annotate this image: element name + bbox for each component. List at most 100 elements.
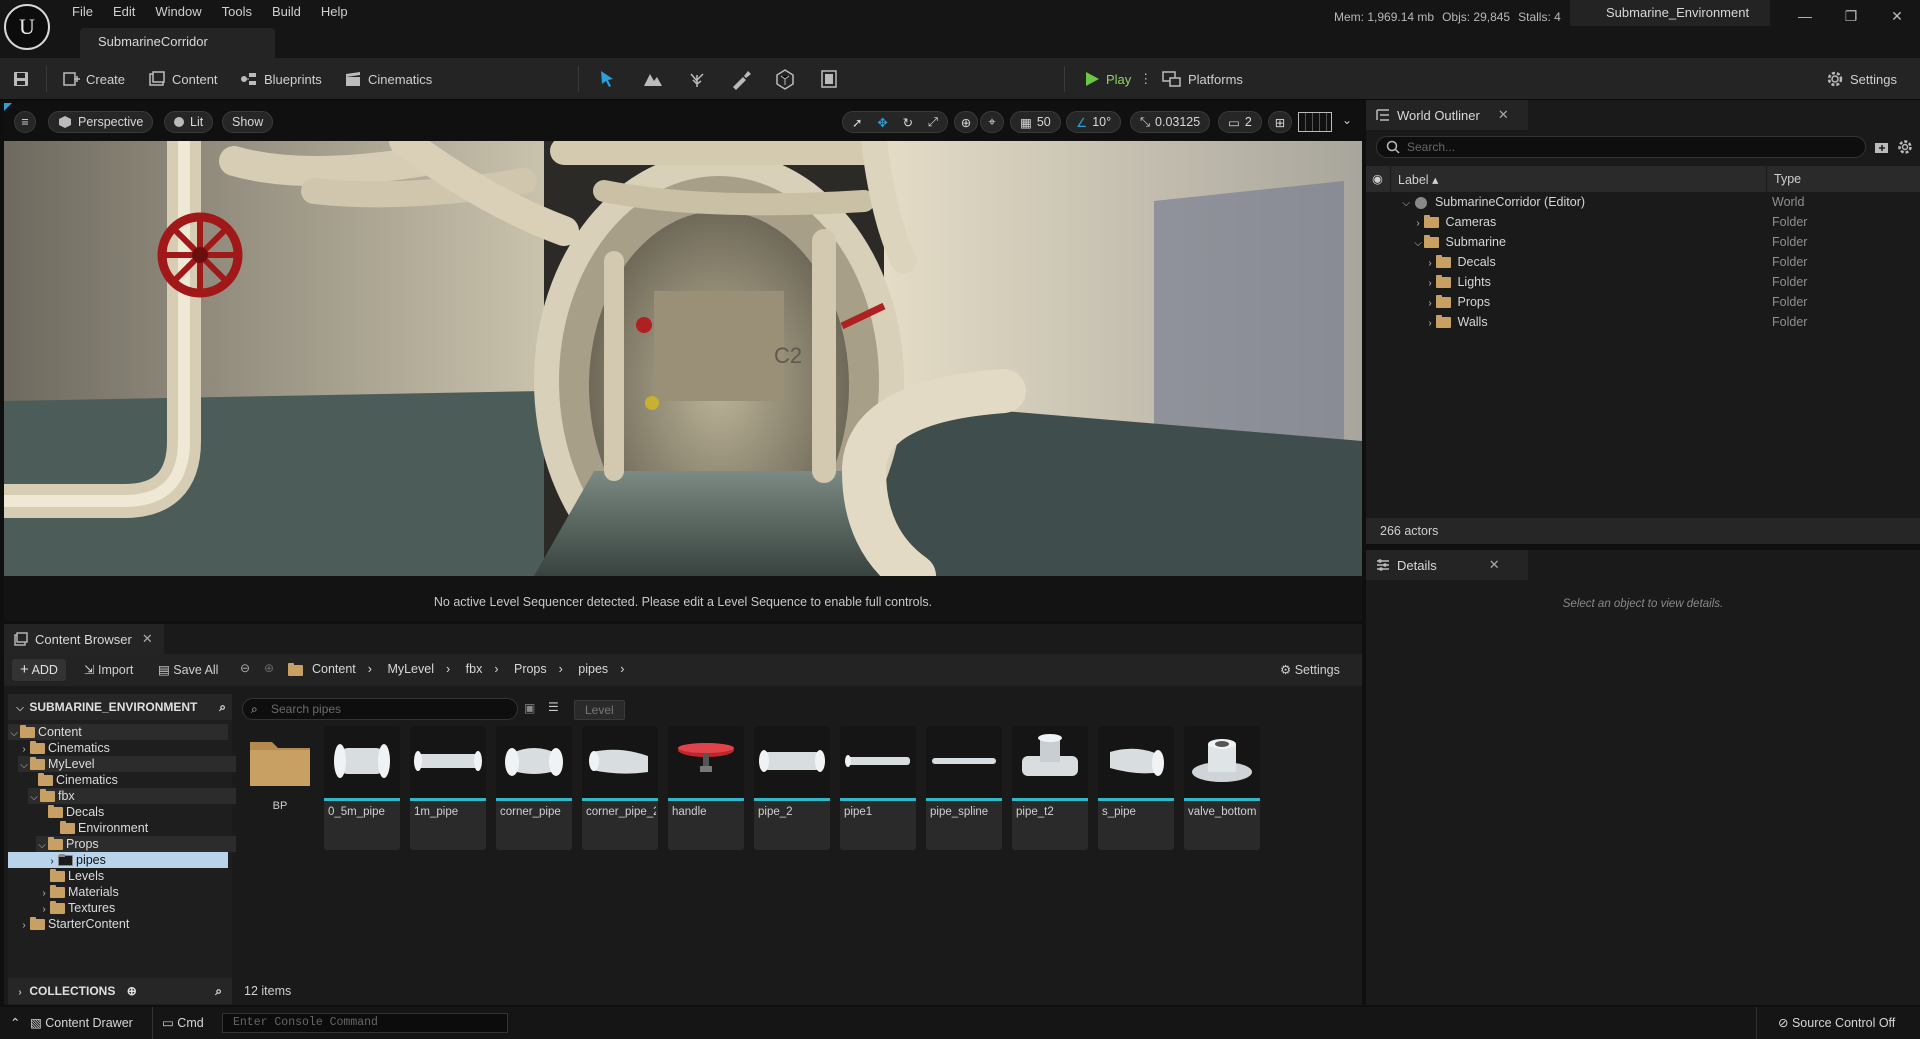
select-tool-icon[interactable]: ➚ [852, 115, 862, 130]
add-button[interactable]: + ADD [12, 659, 66, 681]
platforms-button[interactable]: Platforms [1162, 58, 1243, 100]
project-tab[interactable]: Submarine_Environment [1570, 0, 1770, 26]
save-icon[interactable] [12, 58, 36, 100]
breadcrumb-mylevel[interactable]: MyLevel [387, 662, 434, 676]
play-options-icon[interactable]: ⋮ [1139, 71, 1152, 87]
play-button[interactable]: Play ⋮ [1084, 58, 1152, 100]
outliner-row-props[interactable]: › Props Folder [1424, 292, 1920, 312]
level-viewport[interactable]: ≡ Perspective Lit Show ➚ ✥ ↻ ⤢ ⊕ ⌖ ▦ 50 … [4, 103, 1362, 621]
chevron-right-icon[interactable]: › [1424, 294, 1436, 314]
chevron-right-icon[interactable]: › [14, 980, 26, 1006]
lit-dropdown[interactable]: Lit [164, 111, 214, 133]
breadcrumb-pipes[interactable]: pipes [578, 662, 608, 676]
tree-item-textures[interactable]: › Textures [38, 900, 258, 916]
viewport-layout-icon[interactable] [1298, 112, 1332, 132]
close-tab-icon[interactable]: ✕ [1489, 557, 1500, 573]
asset-tile[interactable]: corner_pipe [496, 726, 572, 850]
menu-window[interactable]: Window [145, 0, 211, 24]
search-icon[interactable]: ⌕ [219, 694, 226, 720]
content-drawer-button[interactable]: ⌃ ▧ Content Drawer [10, 1015, 133, 1030]
tree-item-cinematics[interactable]: › Cinematics [18, 740, 238, 756]
rotate-tool-icon[interactable]: ↻ [903, 115, 913, 130]
cb-settings-button[interactable]: ⚙ Settings [1280, 662, 1340, 677]
gear-icon[interactable] [1897, 139, 1913, 155]
asset-tile[interactable]: s_pipe [1098, 726, 1174, 850]
tree-item-startercontent[interactable]: › StarterContent [18, 916, 238, 932]
asset-tile[interactable]: pipe_t2 [1012, 726, 1088, 850]
forward-arrow-icon[interactable]: ⊕ [264, 661, 274, 675]
select-mode-icon[interactable] [596, 68, 618, 90]
menu-build[interactable]: Build [262, 0, 311, 24]
grid-snap-toggle[interactable]: ▦ 50 [1010, 111, 1061, 133]
foliage-mode-icon[interactable] [686, 68, 708, 90]
cmd-button[interactable]: ▭ Cmd [162, 1015, 204, 1030]
breadcrumb-content[interactable]: Content [312, 662, 356, 676]
source-control-status[interactable]: ⊘ Source Control Off [1778, 1015, 1895, 1030]
translate-tool-icon[interactable]: ✥ [877, 115, 887, 130]
chevron-right-icon[interactable]: › [1424, 274, 1436, 294]
unreal-logo-icon[interactable]: U [4, 4, 50, 50]
tree-item-materials[interactable]: › Materials [38, 884, 258, 900]
content-button[interactable]: Content [148, 58, 218, 100]
asset-folder-bp[interactable]: BP [248, 732, 312, 832]
landscape-mode-icon[interactable] [642, 68, 664, 90]
asset-search-input[interactable]: ⌕ Search pipes [242, 698, 518, 720]
viewport-menu-icon[interactable]: ≡ [14, 111, 36, 133]
menu-file[interactable]: File [62, 0, 103, 24]
filter-icon[interactable]: ☰ [548, 700, 559, 714]
save-search-icon[interactable]: ▣ [524, 701, 535, 715]
cinematics-button[interactable]: Cinematics [344, 58, 432, 100]
outliner-row-decals[interactable]: › Decals Folder [1424, 252, 1920, 272]
add-collection-icon[interactable]: ⊕ [127, 984, 137, 998]
asset-tile[interactable]: 0_5m_pipe [324, 726, 400, 850]
new-folder-icon[interactable] [1874, 139, 1890, 155]
show-dropdown[interactable]: Show [222, 111, 274, 133]
project-root-header[interactable]: ⌵ SUBMARINE_ENVIRONMENT ⌕ [8, 694, 232, 720]
close-tab-icon[interactable]: ✕ [1498, 107, 1509, 123]
chevron-right-icon[interactable]: › [1412, 214, 1424, 234]
outliner-row-walls[interactable]: › Walls Folder [1424, 312, 1920, 332]
scale-snap-toggle[interactable]: ⤡ 0.03125 [1130, 111, 1211, 133]
outliner-row-world[interactable]: ⌵ SubmarineCorridor (Editor) World [1400, 192, 1920, 212]
restore-icon[interactable]: ❐ [1828, 0, 1874, 32]
tree-item-mylevel-cinematics[interactable]: Cinematics [38, 772, 258, 788]
asset-tile[interactable]: valve_bottom [1184, 726, 1260, 850]
tree-item-fbx[interactable]: ⌵ fbx [28, 788, 248, 804]
level-tab[interactable]: SubmarineCorridor [80, 28, 275, 58]
menu-edit[interactable]: Edit [103, 0, 145, 24]
tree-item-pipes-selected[interactable]: › pipes [8, 852, 228, 868]
content-browser-tab[interactable]: Content Browser ✕ [4, 624, 164, 654]
asset-tile[interactable]: 1m_pipe [410, 726, 486, 850]
menu-tools[interactable]: Tools [212, 0, 262, 24]
perspective-dropdown[interactable]: Perspective [48, 111, 154, 133]
tree-item-content[interactable]: ⌵ Content [8, 724, 228, 740]
close-icon[interactable]: ✕ [1874, 0, 1920, 32]
layout-icon[interactable]: ⊞ [1268, 111, 1292, 133]
scale-tool-icon[interactable]: ⤢ [928, 115, 938, 130]
blueprints-button[interactable]: Blueprints [240, 58, 322, 100]
back-arrow-icon[interactable]: ⊖ [240, 661, 250, 675]
world-local-icon[interactable]: ⊕ [954, 111, 978, 133]
import-button[interactable]: ⇲ Import [84, 662, 133, 677]
collections-header[interactable]: › COLLECTIONS ⊕ ⌕ [8, 978, 232, 1004]
asset-tile[interactable]: corner_pipe_2 [582, 726, 658, 850]
tree-item-props[interactable]: ⌵ Props [36, 836, 256, 852]
outliner-row-cameras[interactable]: › Cameras Folder [1412, 212, 1920, 232]
asset-tile[interactable]: pipe_2 [754, 726, 830, 850]
settings-button[interactable]: Settings [1826, 58, 1897, 100]
breadcrumb-fbx[interactable]: fbx [466, 662, 483, 676]
tree-item-mylevel[interactable]: ⌵ MyLevel [18, 756, 238, 772]
camera-speed[interactable]: ▭ 2 [1218, 111, 1262, 133]
create-button[interactable]: Create [62, 58, 125, 100]
chevron-down-icon[interactable]: ⌵ [14, 696, 26, 722]
breadcrumb-props[interactable]: Props [514, 662, 547, 676]
details-tab[interactable]: Details ✕ [1366, 550, 1528, 580]
fracture-mode-icon[interactable] [774, 68, 796, 90]
visibility-eye-icon[interactable]: ◉ [1372, 171, 1383, 186]
search-icon[interactable]: ⌕ [215, 978, 222, 1004]
asset-tile[interactable]: pipe1 [840, 726, 916, 850]
close-tab-icon[interactable]: ✕ [142, 631, 153, 647]
label-column-header[interactable]: Label ▴ [1398, 172, 1438, 187]
tree-item-decals[interactable]: Decals [48, 804, 268, 820]
surface-snap-icon[interactable]: ⌖ [980, 111, 1004, 133]
